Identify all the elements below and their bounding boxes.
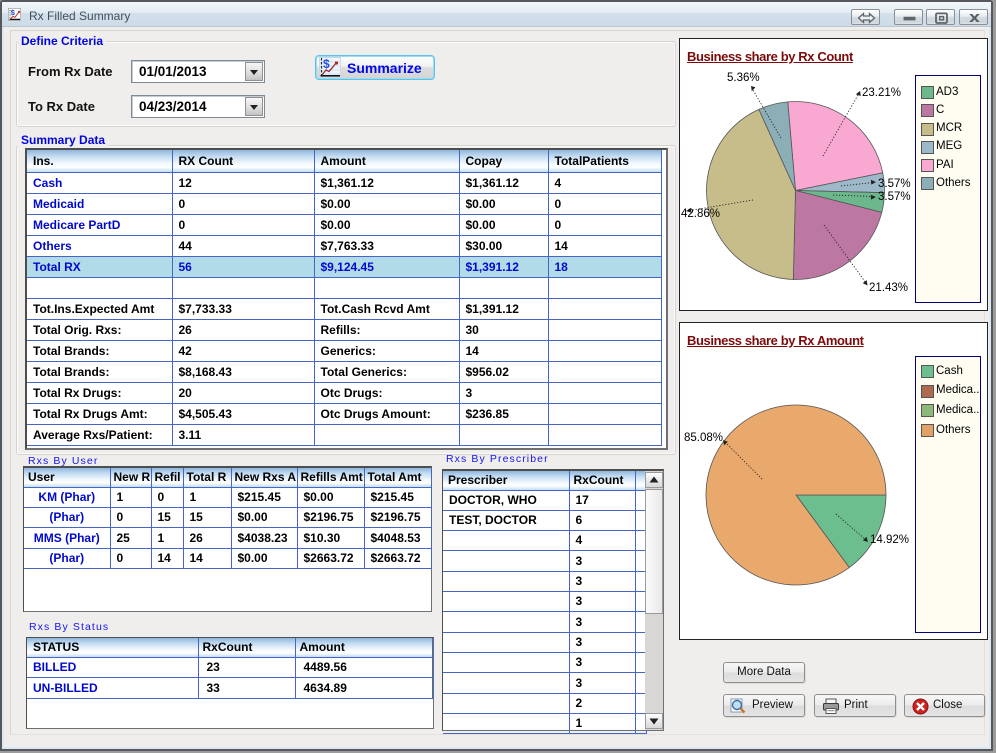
svg-text:$: $: [323, 57, 330, 71]
